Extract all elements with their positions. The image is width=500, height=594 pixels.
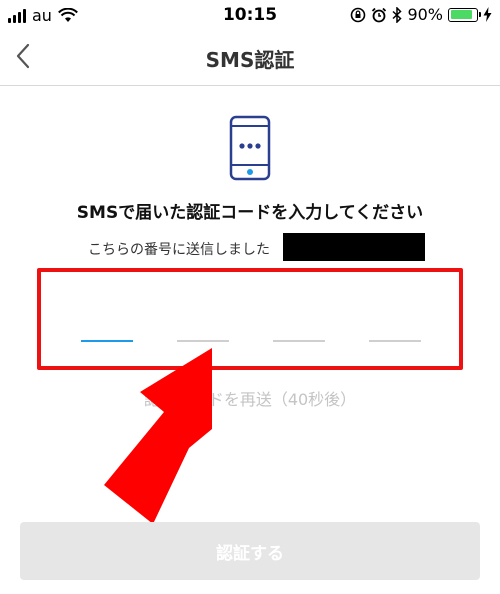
resend-code-link[interactable]: 認証コードを再送（40秒後）	[0, 386, 500, 410]
redacted-phone-number	[283, 233, 425, 261]
nav-bar: SMS認証	[0, 30, 500, 86]
alarm-icon	[372, 7, 387, 22]
battery-percent: 90%	[407, 5, 443, 24]
verify-button[interactable]: 認証する	[20, 522, 480, 580]
status-bar: au 10:15 90%	[0, 0, 500, 30]
code-input-group[interactable]	[37, 268, 463, 370]
charging-icon	[483, 7, 492, 22]
code-digit-field[interactable]	[273, 340, 325, 342]
status-bar-right: 90%	[350, 5, 492, 24]
orientation-lock-icon	[351, 7, 366, 22]
code-digit-field[interactable]	[369, 340, 421, 342]
sent-to-row: こちらの番号に送信しました	[0, 233, 500, 261]
battery-icon	[448, 7, 481, 22]
code-digit-field[interactable]	[177, 340, 229, 342]
code-digit-field[interactable]	[81, 340, 133, 342]
page-title: SMS認証	[205, 48, 295, 72]
phone-icon	[229, 115, 271, 181]
bluetooth-icon	[392, 6, 403, 23]
instruction-heading: SMSで届いた認証コードを入力してください	[76, 203, 424, 223]
sent-to-text: こちらの番号に送信しました	[88, 242, 270, 258]
battery-fill	[450, 10, 473, 19]
